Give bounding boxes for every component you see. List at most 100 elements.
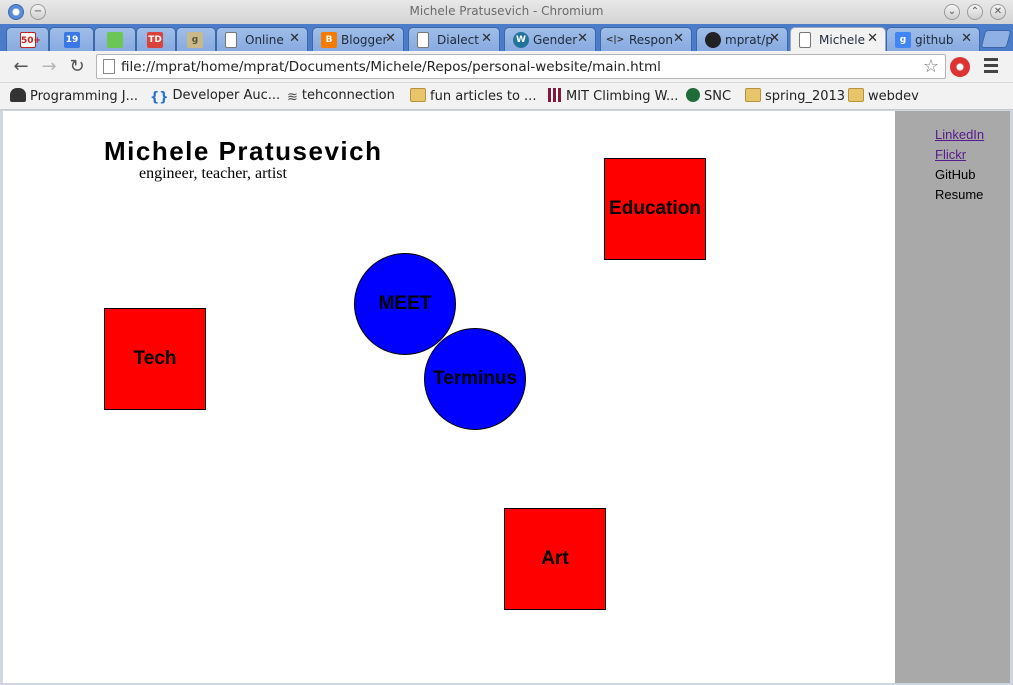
github-link[interactable]: GitHub [935,167,975,182]
tab-label: Gender [533,33,578,47]
close-tab-icon[interactable]: ✕ [385,31,396,46]
tab-label: Respon [629,33,673,47]
bookmark-label: fun articles to ... [430,89,537,104]
tab-github-repo[interactable]: mprat/p ✕ [696,27,788,51]
art-label: Art [541,548,569,569]
page-icon [225,32,237,48]
todoist-icon: TD [147,32,163,48]
resume-link[interactable]: Resume [935,187,983,202]
tab-label: Dialect [437,33,479,47]
tab-label: Online [245,33,284,47]
tab-strip: 50+ 19 TD g Online ✕ B Blogger ✕ Dialect… [0,24,1013,51]
close-window-button[interactable]: ✕ [990,4,1006,20]
tab-label: mprat/p [725,33,773,47]
bookmark-tehconnection[interactable]: ≋ tehconnection [287,88,395,106]
tech-square[interactable]: Tech [104,308,206,410]
bookmark-webdev[interactable]: webdev [848,88,919,106]
bookmark-programming[interactable]: Programming J... [10,88,138,106]
spy-icon [10,88,26,102]
browser-window: − Michele Pratusevich - Chromium ⌄ ⌃ ✕ 5… [0,0,1013,685]
tab-label: Blogger [341,33,388,47]
google-icon: g [895,32,911,48]
close-tab-icon[interactable]: ✕ [961,31,972,46]
menu-icon[interactable] [984,58,998,74]
tab-google-github[interactable]: g github ✕ [886,27,980,51]
close-tab-icon[interactable]: ✕ [867,31,878,46]
tab-label: Michele [819,33,865,47]
tab-feedly[interactable] [94,27,136,51]
meet-label: MEET [378,293,432,314]
folder-icon [410,88,426,102]
bookmark-label: Programming J... [30,89,138,104]
bookmark-snc[interactable]: SNC [686,88,731,106]
tab-online[interactable]: Online ✕ [216,27,308,51]
bookmarks-bar: Programming J... {} Developer Auc... ≋ teh… [0,83,1013,110]
back-arrow-icon[interactable]: ← [10,56,32,78]
braces-icon: {} [150,90,169,105]
close-tab-icon[interactable]: ✕ [673,31,684,46]
flickr-link[interactable]: Flickr [935,147,966,162]
feedly-icon [107,32,123,48]
browser-toolbar: ← → ↻ file://mprat/home/mprat/Documents/… [0,51,1013,83]
tab-goodreads[interactable]: g [176,27,216,51]
art-square[interactable]: Art [504,508,606,610]
goodreads-icon: g [187,32,203,48]
tab-calendar[interactable]: 19 [49,27,94,51]
terminus-label: Terminus [432,368,518,389]
url-text[interactable]: file://mprat/home/mprat/Documents/Michel… [121,59,661,75]
bookmark-mit-climbing[interactable]: MIT Climbing W... [548,88,678,106]
bookmark-label: spring_2013 [765,89,846,104]
terminus-circle[interactable]: Terminus [424,328,526,430]
wordpress-icon: W [513,32,529,48]
page-title: Michele Pratusevich [104,136,383,166]
reload-icon[interactable]: ↻ [66,56,88,78]
new-tab-button[interactable] [980,30,1012,48]
page-tagline: engineer, teacher, artist [139,165,287,182]
address-bar[interactable]: file://mprat/home/mprat/Documents/Michel… [96,54,946,79]
snc-icon [686,88,700,102]
title-bar: − Michele Pratusevich - Chromium ⌄ ⌃ ✕ [0,0,1013,24]
tab-gmail[interactable]: 50+ [6,27,49,51]
bookmark-spring-2013[interactable]: spring_2013 [745,88,845,106]
bookmark-star-icon[interactable]: ☆ [923,56,939,77]
linkedin-link[interactable]: LinkedIn [935,127,984,142]
page-viewport: Michele Pratusevich engineer, teacher, a… [3,111,1010,683]
code-icon: <|> [605,35,625,45]
sidebar: LinkedIn Flickr GitHub Resume [895,111,1010,683]
github-icon [705,32,721,48]
mit-icon [548,88,562,102]
bookmark-label: Developer Auc... [172,88,281,103]
tab-label: github [915,33,954,47]
bookmark-developer[interactable]: {} Developer Auc... [150,88,280,106]
bookmark-label: tehconnection [301,88,395,103]
tab-blogger[interactable]: B Blogger ✕ [312,27,404,51]
close-tab-icon[interactable]: ✕ [769,31,780,46]
bookmark-label: webdev [868,89,919,104]
gmail-icon: 50+ [20,32,41,48]
folder-icon [848,88,864,102]
education-square[interactable]: Education [604,158,706,260]
close-tab-icon[interactable]: ✕ [577,31,588,46]
window-title: Michele Pratusevich - Chromium [409,4,604,18]
tab-gender[interactable]: W Gender ✕ [504,27,596,51]
wifi-icon: ≋ [287,90,298,105]
tab-todoist[interactable]: TD [136,27,176,51]
maximize-button[interactable]: ⌃ [967,4,983,20]
bookmark-fun-articles[interactable]: fun articles to ... [410,88,536,106]
blogger-icon: B [321,32,337,48]
bookmark-label: SNC [704,89,732,104]
extension-icon[interactable] [950,57,970,77]
page-icon [417,32,429,48]
page-icon [799,32,811,48]
page-icon [103,59,115,74]
minimize-button[interactable]: ⌄ [944,4,960,20]
tab-dialect[interactable]: Dialect ✕ [408,27,500,51]
tech-label: Tech [133,348,177,369]
tab-michele-active[interactable]: Michele ✕ [790,27,886,51]
bookmark-label: MIT Climbing W... [566,89,679,104]
forward-arrow-icon[interactable]: → [38,56,60,78]
close-tab-icon[interactable]: ✕ [289,31,300,46]
education-label: Education [609,198,701,219]
close-tab-icon[interactable]: ✕ [481,31,492,46]
tab-respon[interactable]: <|> Respon ✕ [600,27,692,51]
